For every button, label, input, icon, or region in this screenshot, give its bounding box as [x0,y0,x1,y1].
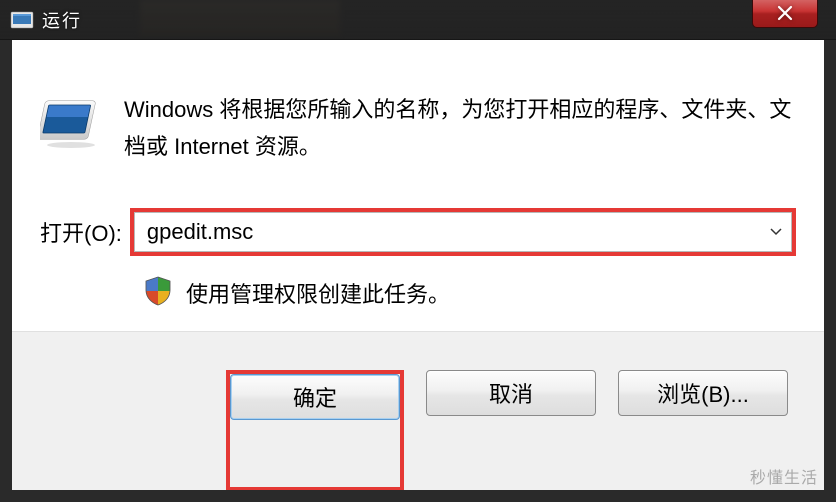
admin-note-row: 使用管理权限创建此任务。 [40,276,796,311]
run-titlebar-icon [10,11,34,29]
ok-button[interactable]: 确定 [230,374,400,420]
admin-note-text: 使用管理权限创建此任务。 [186,277,450,309]
ok-button-highlight: 确定 [226,370,404,490]
cancel-button[interactable]: 取消 [426,370,596,416]
description-row: Windows 将根据您所输入的名称，为您打开相应的程序、文件夹、文档或 Int… [40,91,796,166]
shield-icon [144,276,172,311]
dialog-body: Windows 将根据您所输入的名称，为您打开相应的程序、文件夹、文档或 Int… [12,40,824,490]
open-input[interactable] [134,212,792,252]
titlebar: 运行 [0,0,836,40]
open-input-row: 打开(O): [40,208,796,256]
window-title: 运行 [42,7,82,33]
content-area: Windows 将根据您所输入的名称，为您打开相应的程序、文件夹、文档或 Int… [12,41,824,331]
close-icon [777,5,793,21]
watermark: 秒懂生活 [750,464,818,488]
open-label: 打开(O): [40,216,122,248]
browse-button[interactable]: 浏览(B)... [618,370,788,416]
description-text: Windows 将根据您所输入的名称，为您打开相应的程序、文件夹、文档或 Int… [124,91,796,166]
open-combobox[interactable] [130,208,796,256]
button-area: 确定 取消 浏览(B)... [12,331,824,490]
run-icon [40,97,102,154]
close-button[interactable] [752,0,818,28]
